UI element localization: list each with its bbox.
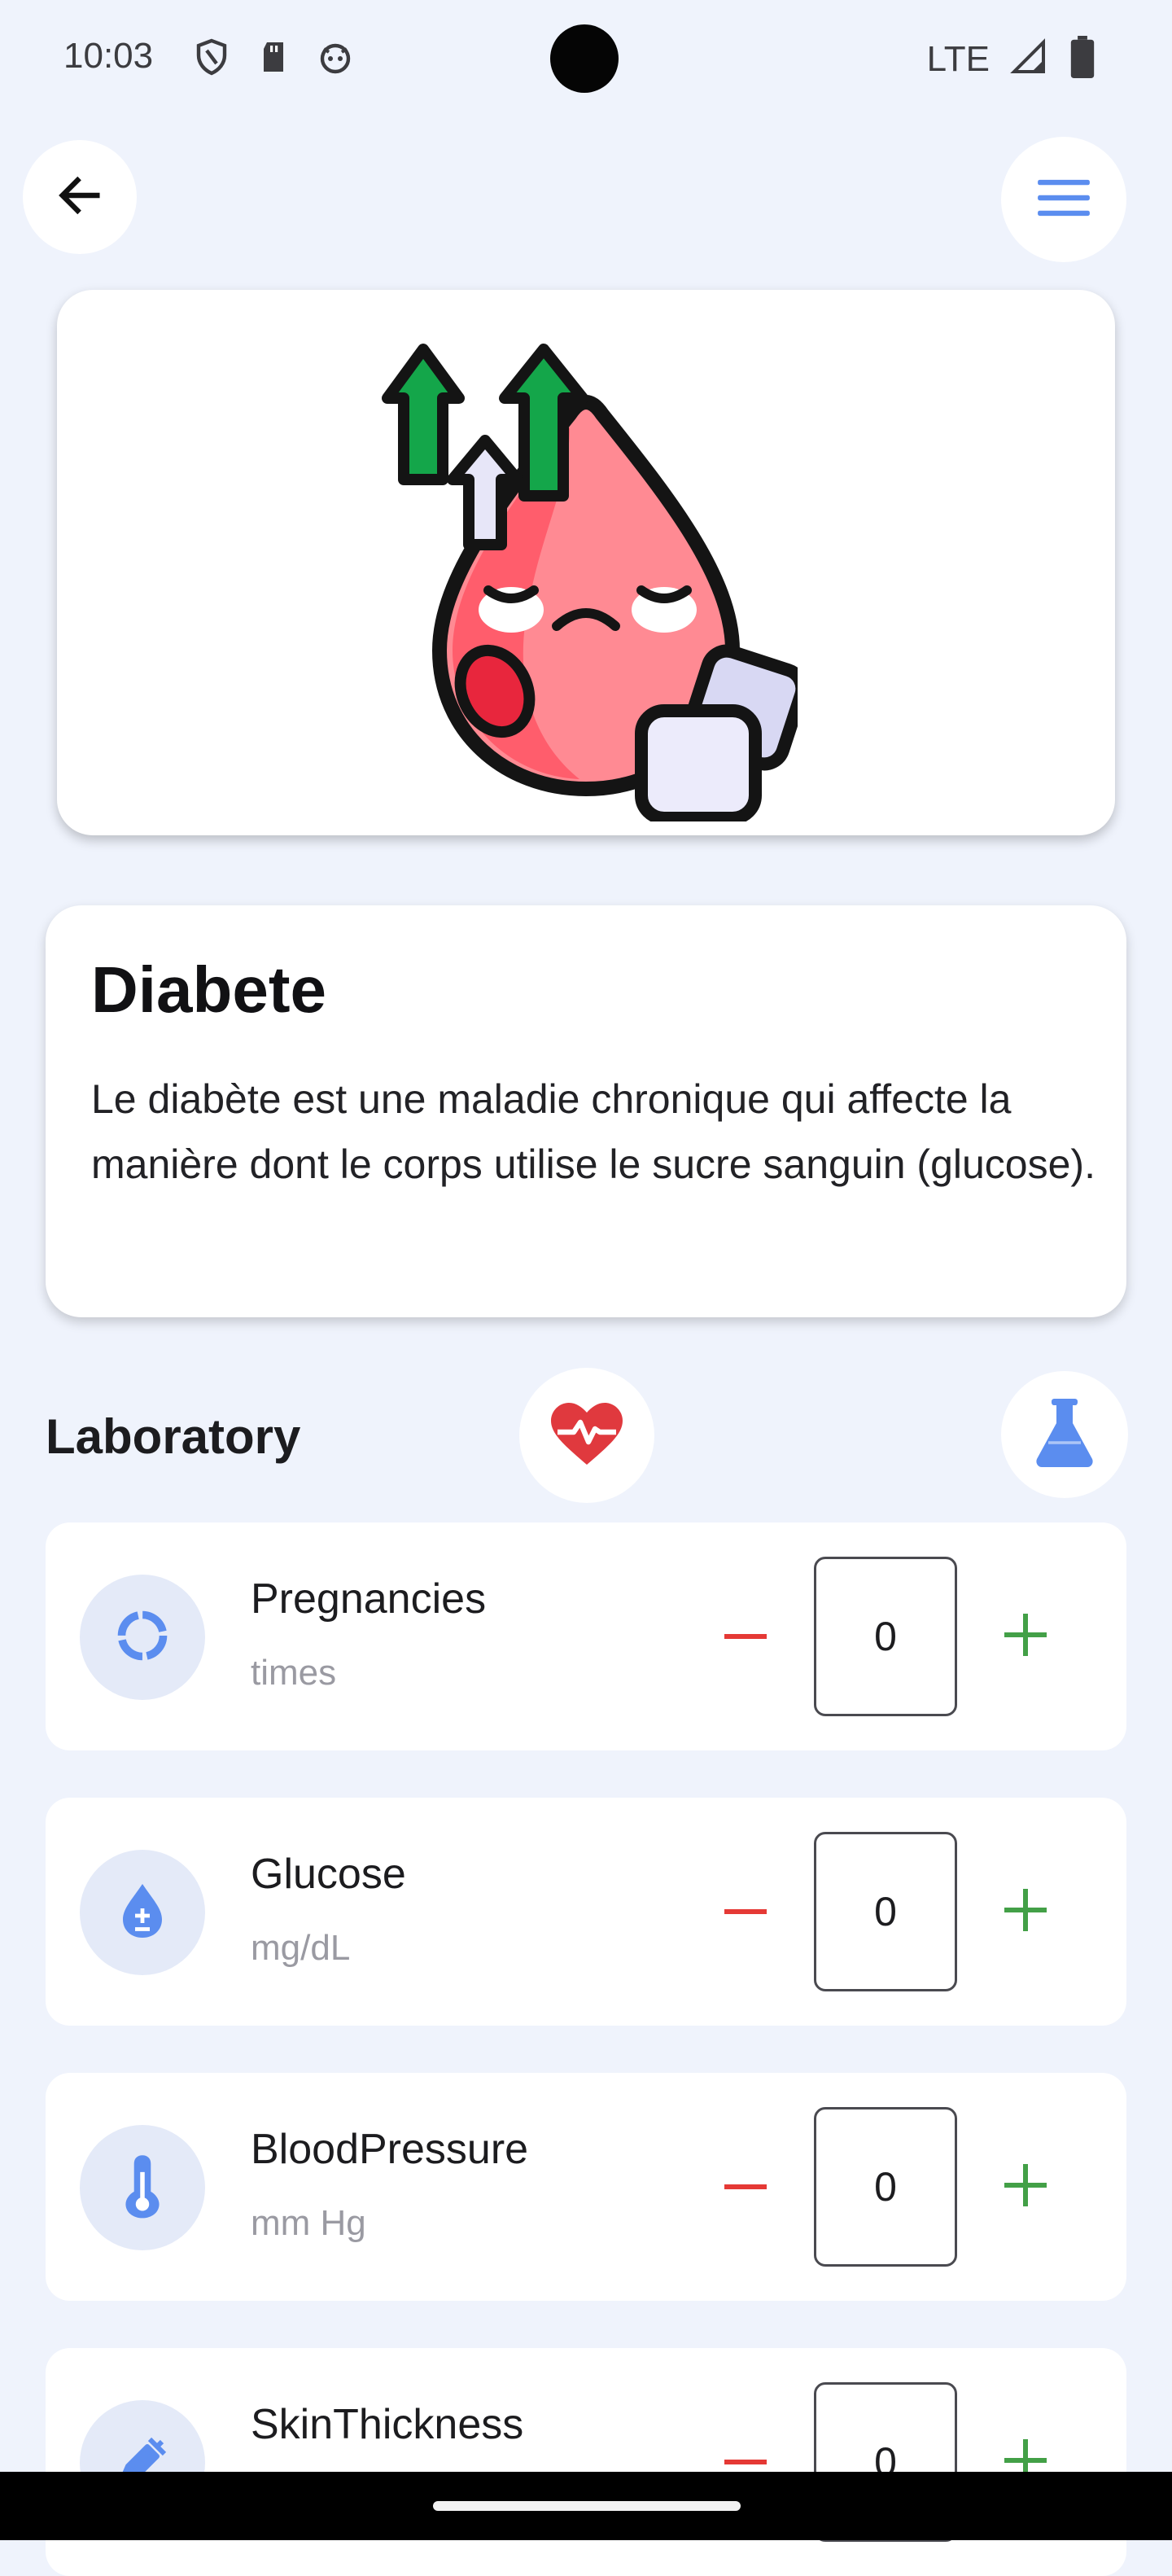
status-bar: 10:03 LTE <box>0 0 1172 117</box>
minus-icon <box>724 2180 767 2194</box>
lab-item-pregnancies: Pregnancies times 0 <box>46 1522 1126 1750</box>
lab-item-name: SkinThickness <box>251 2401 524 2448</box>
laboratory-header: Laboratory <box>46 1368 1128 1506</box>
value-input[interactable]: 0 <box>814 1832 957 1991</box>
hero-card <box>57 290 1115 835</box>
arrow-left-icon <box>54 169 106 226</box>
minus-icon <box>724 1904 767 1919</box>
decrement-button[interactable] <box>713 2154 778 2219</box>
decrement-button[interactable] <box>713 1604 778 1669</box>
lab-item-name: BloodPressure <box>251 2126 529 2173</box>
plus-icon <box>1004 1613 1047 1660</box>
menu-button[interactable] <box>1001 137 1126 262</box>
disease-description: Le diabète est une maladie chronique qui… <box>91 1076 1095 1187</box>
network-type: LTE <box>926 38 990 79</box>
shield-icon <box>192 37 231 77</box>
minus-icon <box>724 2455 767 2469</box>
back-button[interactable] <box>23 140 137 254</box>
increment-button[interactable] <box>993 1604 1058 1669</box>
increment-button[interactable] <box>993 2154 1058 2219</box>
signal-icon <box>1009 37 1048 81</box>
system-nav-bar <box>0 2472 1172 2540</box>
disease-title: Diabete <box>91 953 326 1026</box>
sd-card-icon <box>254 37 293 77</box>
thermometer-icon <box>123 2152 162 2224</box>
camera-cutout <box>550 24 619 93</box>
lab-item-name: Glucose <box>251 1851 406 1898</box>
lab-item-skinthickness: SkinThickness 0 <box>46 2348 1126 2576</box>
disease-info-card: Diabete Le diabète est une maladie chron… <box>46 905 1126 1317</box>
circle-progress-icon <box>113 1606 172 1669</box>
android-icon <box>316 37 355 77</box>
value-input[interactable]: 0 <box>814 2107 957 2267</box>
heart-button[interactable] <box>519 1368 654 1503</box>
decrement-button[interactable] <box>713 1879 778 1944</box>
plus-icon <box>1004 1888 1047 1935</box>
value-input[interactable]: 0 <box>814 1557 957 1716</box>
laboratory-title: Laboratory <box>46 1409 301 1464</box>
lab-item-unit: mg/dL <box>251 1928 351 1968</box>
lab-item-glucose: Glucose mg/dL 0 <box>46 1798 1126 2026</box>
plus-icon <box>1004 2163 1047 2210</box>
flask-button[interactable] <box>1001 1371 1128 1498</box>
battery-icon <box>1068 36 1097 82</box>
flask-icon <box>1032 1397 1097 1473</box>
blood-drop-sugar-icon <box>374 300 809 826</box>
lab-item-unit: mm Hg <box>251 2203 366 2243</box>
lab-item-bloodpressure: BloodPressure mm Hg 0 <box>46 2073 1126 2301</box>
lab-item-name: Pregnancies <box>251 1575 487 1623</box>
minus-icon <box>724 1629 767 1644</box>
increment-button[interactable] <box>993 1879 1058 1944</box>
heart-pulse-icon <box>548 1400 626 1472</box>
status-time: 10:03 <box>63 36 154 76</box>
hamburger-menu-icon <box>1035 176 1092 224</box>
home-gesture-handle[interactable] <box>433 2501 741 2511</box>
lab-item-unit: times <box>251 1653 337 1693</box>
drop-plus-minus-icon <box>116 1882 168 1944</box>
